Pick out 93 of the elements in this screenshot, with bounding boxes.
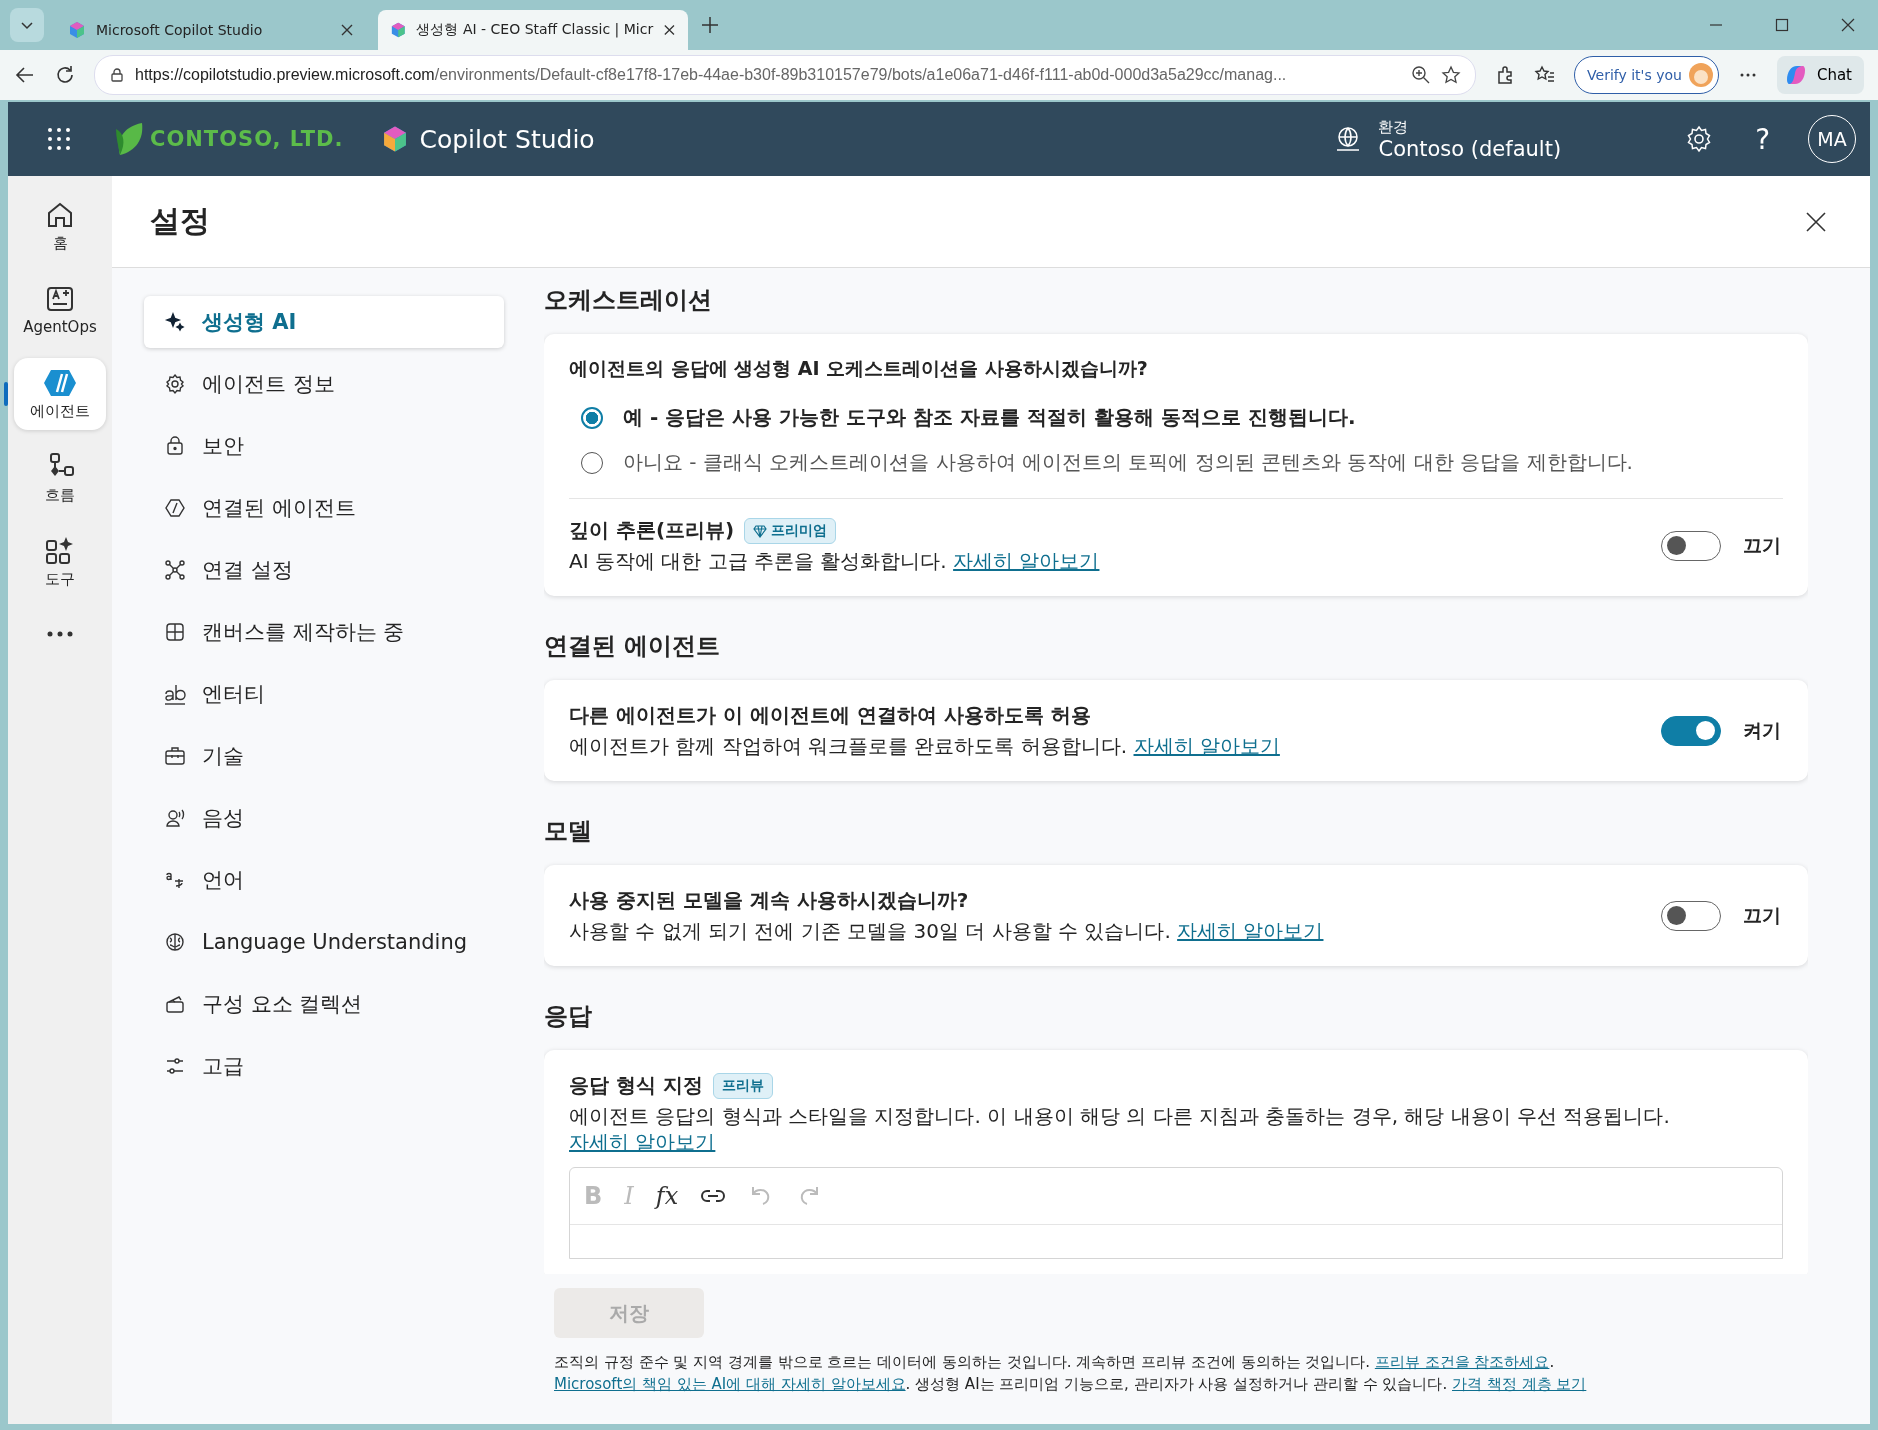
settings-nav-item[interactable]: 구성 요소 컬렉션 [144,978,504,1030]
lock-icon [109,67,125,83]
maximize-icon[interactable] [1774,17,1790,33]
nav-icon [164,373,186,395]
nav-icon [164,807,186,829]
notice-link[interactable]: 가격 책정 계층 보기 [1452,1374,1587,1393]
tab-list-button[interactable] [10,8,44,42]
settings-nav-item[interactable]: 언어 [144,854,504,906]
nav-icon [164,311,186,333]
setting-title: 깊이 추론(프리뷰) [569,517,735,544]
address-bar[interactable]: https://copilotstudio.preview.microsoft.com/environments/Default-cf8e17f8-17eb-44ae-b30f-89b310157e79/bots/a1e06a71-d46f-f111-ab0d-000d3a5a29cc/manag... [94,55,1477,95]
toggle-switch[interactable] [1661,530,1721,561]
settings-nav-item[interactable]: 생성형 AI [144,296,504,348]
agent-icon [43,367,77,398]
close-icon[interactable] [1804,209,1828,234]
question-text: 에이전트의 응답에 생성형 AI 오케스트레이션을 사용하시겠습니까? [569,356,1149,381]
app-logo-icon [390,21,407,39]
notice-link[interactable]: Microsoft의 책임 있는 AI에 대해 자세히 알아보세요 [554,1374,906,1393]
setting-title: 응답 형식 지정 [569,1072,703,1099]
help-button[interactable]: ? [1755,122,1770,156]
diamond-icon [753,523,768,538]
toggle-state-label: 끄기 [1743,532,1782,558]
browser-tab[interactable]: Microsoft Copilot Studio [56,10,366,50]
product-name: Copilot Studio [419,124,595,154]
nav-icon [164,621,186,643]
rail-item[interactable]: AgentOps [14,274,106,346]
option-label: 아니요 - 클래식 오케스트레이션을 사용하여 에이전트의 토픽에 정의된 콘텐츠와 동작에 대한 응답을 제한합니다. [623,449,1633,476]
close-icon[interactable] [1840,17,1856,33]
setting-description: 에이전트 응답의 형식과 스타일을 지정합니다. 이 내용이 해당 의 다른 지침과 충돌하는 경우, 해당 내용이 우선 적용됩니다. 자세히 알아보기 [569,1103,1671,1155]
settings-nav-item[interactable]: 고급 [144,1040,504,1092]
section-heading: 모델 [544,816,593,847]
close-icon[interactable] [663,23,676,37]
more-icon[interactable] [46,630,74,638]
star-icon[interactable] [1441,65,1462,85]
settings-nav-item[interactable]: Language Understanding [144,916,504,968]
org-name: CONTOSO, LTD. [150,127,344,151]
section-heading: 응답 [544,1001,593,1032]
settings-nav-item[interactable]: 기술 [144,730,504,782]
learn-more-link[interactable]: 자세히 알아보기 [953,549,1100,573]
premium-badge: 프리미엄 [744,517,837,544]
close-icon[interactable] [340,23,354,37]
settings-title: 설정 [150,202,210,240]
settings-nav-item[interactable]: 엔터티 [144,668,504,720]
verify-button[interactable]: Verify it's you [1574,56,1719,94]
settings-nav-item[interactable]: 캔버스를 제작하는 중 [144,606,504,658]
setting-description: 사용할 수 없게 되기 전에 기존 모델을 30일 더 사용할 수 있습니다. 자세히 알아보기 [569,918,1325,944]
url-text: https://copilotstudio.preview.microsoft.com/environments/Default-cf8e17f8-17eb-44ae-b30f-89b310157e79/bots/a1e06a71-d46f-f111-ab0d-000d3a5a29cc/manag... [135,66,1288,84]
nav-icon [164,745,186,767]
setting-description: 에이전트가 함께 작업하여 워크플로를 완료하도록 허용합니다. 자세히 알아보기 [569,733,1281,759]
section-heading: 오케스트레이션 [544,285,713,316]
rail-item[interactable]: 흐름 [14,442,106,514]
settings-nav-item[interactable]: 음성 [144,792,504,844]
nav-icon [164,993,186,1015]
chat-button[interactable]: Chat [1776,56,1864,94]
nav-icon [164,497,186,519]
app-logo-icon [68,21,86,39]
document-icon [45,284,75,314]
app-launcher-icon[interactable] [46,126,72,152]
nav-icon [164,683,186,705]
nav-icon [164,435,186,457]
zoom-icon[interactable] [1411,65,1432,85]
toggle-switch[interactable] [1661,715,1721,746]
consent-notice: 조직의 규정 준수 및 지역 경계를 밖으로 흐르는 데이터에 동의하는 것입니다. 계속하면 프리뷰 조건에 동의하는 것입니다. 프리뷰 조건을 참조하세요. Microsoft의 책임 있는 AI에 대해 자세히 알아보세요. 생성형 AI는 프리미엄 기능으로, 관리자가 사용 설정하거나 관리할 수 있습니다. 가격 책정 계층 보기 [554,1352,1588,1395]
nav-icon [164,559,186,581]
rail-item[interactable]: 홈 [14,190,106,262]
learn-more-link[interactable]: 자세히 알아보기 [1133,734,1280,758]
settings-nav-item[interactable]: 보안 [144,420,504,472]
learn-more-link[interactable]: 자세히 알아보기 [1177,919,1324,943]
nav-icon [164,1055,186,1077]
nav-icon [164,931,186,953]
section-heading: 연결된 에이전트 [544,631,722,662]
environment-name[interactable]: Contoso (default) [1378,136,1562,161]
option-label: 예 - 응답은 사용 가능한 도구와 참조 자료를 적절히 활용해 동적으로 진행됩니다. [623,404,1356,431]
formula-button[interactable]: fx [655,1182,679,1210]
setting-description: AI 동작에 대한 고급 추론을 활성화합니다. 자세히 알아보기 [569,548,1101,574]
settings-nav-item[interactable]: 연결 설정 [144,544,504,596]
rail-item[interactable]: 도구 [14,526,106,598]
new-tab-icon[interactable] [700,15,720,35]
toggle-state-label: 끄기 [1743,902,1782,928]
settings-nav-item[interactable]: 연결된 에이전트 [144,482,504,534]
browser-tab[interactable]: 생성형 AI - CEO Staff Classic | Micr [378,10,688,50]
environment-label: 환경 [1378,117,1410,137]
notice-link[interactable]: 프리뷰 조건을 참조하세요 [1374,1353,1550,1371]
settings-nav-item[interactable]: 에이전트 정보 [144,358,504,410]
setting-title: 사용 중지된 모델을 계속 사용하시겠습니까? [569,887,969,914]
toggle-switch[interactable] [1661,900,1721,931]
refresh-icon[interactable] [54,64,76,86]
avatar-icon [1687,62,1714,88]
learn-more-link[interactable]: 자세히 알아보기 [569,1130,716,1154]
toggle-state-label: 켜기 [1743,717,1782,743]
radio-button[interactable] [581,406,603,429]
preview-badge: 프리뷰 [712,1072,773,1099]
setting-title: 다른 에이전트가 이 에이전트에 연결하여 사용하도록 허용 [569,702,1091,729]
